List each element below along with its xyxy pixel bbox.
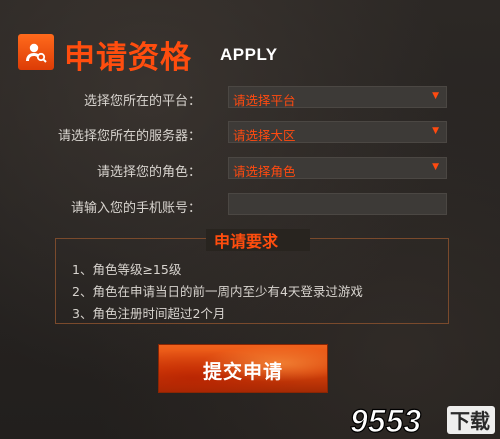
- role-select[interactable]: 请选择角色 ▼: [228, 157, 447, 179]
- dropdown-arrow-icon: ▼: [432, 126, 439, 136]
- svg-text:9553: 9553: [350, 403, 421, 438]
- watermark-logo: 9553 下载: [349, 402, 495, 438]
- requirement-item: 2、角色在申请当日的前一周内至少有4天登录过游戏: [72, 284, 363, 299]
- page-subtitle: APPLY: [220, 45, 278, 64]
- page-title: 申请资格: [64, 40, 192, 76]
- user-search-icon: [18, 34, 54, 70]
- dropdown-arrow-icon: ▼: [432, 91, 439, 101]
- requirement-item: 3、角色注册时间超过2个月: [72, 306, 226, 321]
- platform-select-value: 请选择平台: [233, 93, 296, 108]
- requirement-item: 1、角色等级≥15级: [72, 262, 182, 277]
- role-label: 请选择您的角色：: [96, 165, 201, 180]
- phone-input[interactable]: [228, 193, 447, 215]
- server-select[interactable]: 请选择大区 ▼: [228, 121, 447, 143]
- phone-label: 请输入您的手机账号：: [70, 201, 201, 216]
- submit-button-label: 提交申请: [202, 361, 283, 383]
- role-select-value: 请选择角色: [233, 164, 296, 179]
- server-select-value: 请选择大区: [233, 128, 296, 143]
- svg-text:下载: 下载: [450, 409, 490, 433]
- server-label: 请选择您所在的服务器：: [57, 129, 201, 144]
- platform-select[interactable]: 请选择平台 ▼: [228, 86, 447, 108]
- dropdown-arrow-icon: ▼: [432, 162, 439, 172]
- requirements-title: 申请要求: [214, 232, 279, 251]
- submit-button[interactable]: 提交申请: [158, 344, 328, 393]
- platform-label: 选择您所在的平台：: [83, 94, 201, 109]
